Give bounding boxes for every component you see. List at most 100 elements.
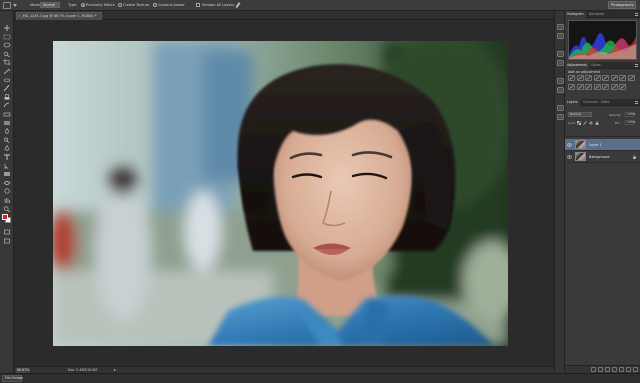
opacity-field[interactable]: 100% bbox=[625, 112, 636, 117]
delete-layer-icon[interactable] bbox=[633, 367, 638, 372]
history-icon[interactable] bbox=[557, 24, 564, 30]
photo-filter-icon[interactable] bbox=[568, 84, 575, 90]
selective-color-icon[interactable] bbox=[619, 84, 626, 90]
layer-name: Background bbox=[589, 155, 610, 159]
paragraph-icon[interactable] bbox=[557, 87, 564, 93]
document-image[interactable] bbox=[53, 41, 508, 346]
zoom-icon[interactable] bbox=[3, 205, 11, 212]
tab-channels[interactable]: Channels bbox=[581, 99, 600, 106]
tab-layers[interactable]: Layers bbox=[565, 99, 580, 106]
type-icon[interactable] bbox=[3, 154, 11, 160]
history-brush-icon[interactable] bbox=[3, 102, 11, 108]
move-icon[interactable] bbox=[3, 25, 11, 31]
blur-icon[interactable] bbox=[3, 128, 11, 135]
3d-rotate-icon[interactable] bbox=[3, 180, 11, 186]
opacity-label: Opacity: bbox=[609, 113, 622, 117]
hand-icon[interactable] bbox=[3, 197, 11, 203]
vibrance-icon[interactable] bbox=[602, 75, 609, 81]
chevron-down-icon[interactable] bbox=[13, 4, 17, 7]
layers-panel-footer bbox=[565, 365, 640, 373]
content-aware-radio[interactable] bbox=[153, 3, 157, 7]
eye-icon[interactable] bbox=[567, 143, 572, 147]
threshold-icon[interactable] bbox=[602, 84, 609, 90]
mini-bridge-tab[interactable]: Mini Bridge bbox=[2, 375, 23, 382]
gradient-icon[interactable] bbox=[3, 120, 11, 126]
eyedropper-icon[interactable] bbox=[3, 68, 11, 74]
lock-all-icon[interactable] bbox=[595, 121, 599, 125]
info-icon[interactable] bbox=[557, 105, 564, 111]
layer-controls: Normal Opacity: 100% Lock: Fill: 100% bbox=[565, 109, 640, 137]
pressure-brush-icon[interactable] bbox=[235, 2, 241, 8]
tab-adjustments[interactable]: Adjustments bbox=[565, 62, 589, 69]
shape-icon[interactable] bbox=[3, 171, 11, 177]
close-tab-icon[interactable]: × bbox=[18, 13, 21, 19]
sample-all-layers-checkbox[interactable] bbox=[196, 3, 200, 7]
screen-mode-icon[interactable] bbox=[3, 238, 11, 244]
panel-menu-icon[interactable] bbox=[635, 64, 638, 67]
3d-orbit-icon[interactable] bbox=[3, 188, 11, 194]
lock-icon bbox=[633, 155, 636, 159]
create-texture-radio[interactable] bbox=[118, 3, 122, 7]
lock-position-icon[interactable] bbox=[589, 121, 593, 125]
lock-transparency-icon[interactable] bbox=[577, 121, 581, 125]
new-layer-icon[interactable] bbox=[626, 367, 631, 372]
pen-icon[interactable] bbox=[3, 145, 11, 152]
marquee-icon[interactable] bbox=[3, 34, 11, 40]
layer-style-icon[interactable] bbox=[598, 367, 603, 372]
brush-presets-icon[interactable] bbox=[557, 51, 564, 57]
proximity-match-label: Proximity Match bbox=[86, 3, 115, 7]
posterize-icon[interactable] bbox=[593, 84, 601, 90]
black-white-icon[interactable] bbox=[627, 75, 635, 81]
brush-icon[interactable] bbox=[3, 85, 11, 92]
notes-icon[interactable] bbox=[557, 114, 564, 120]
hue-sat-icon[interactable] bbox=[610, 75, 618, 81]
workspace-select[interactable]: Photography bbox=[608, 1, 636, 9]
actions-icon[interactable] bbox=[557, 33, 564, 39]
character-icon[interactable] bbox=[557, 78, 564, 84]
quick-select-icon[interactable] bbox=[3, 51, 11, 57]
clone-stamp-icon[interactable] bbox=[3, 93, 11, 100]
link-layers-icon[interactable] bbox=[591, 367, 596, 372]
path-select-icon[interactable] bbox=[3, 163, 11, 169]
levels-icon[interactable] bbox=[576, 75, 584, 81]
crop-icon[interactable] bbox=[3, 59, 11, 66]
canvas-area[interactable] bbox=[14, 20, 554, 366]
lasso-icon[interactable] bbox=[3, 42, 11, 48]
invert-icon[interactable] bbox=[585, 84, 592, 90]
eraser-icon[interactable] bbox=[3, 111, 11, 117]
tab-paths[interactable]: Paths bbox=[599, 99, 612, 106]
content-aware-label: Content-Aware bbox=[158, 3, 185, 7]
color-balance-icon[interactable] bbox=[619, 75, 626, 81]
healing-brush-preset-icon[interactable] bbox=[3, 2, 11, 9]
panel-menu-icon[interactable] bbox=[635, 101, 638, 104]
create-texture-label: Create Texture bbox=[123, 3, 150, 7]
exposure-icon[interactable] bbox=[593, 75, 601, 81]
channel-mixer-icon[interactable] bbox=[576, 84, 584, 90]
gradient-map-icon[interactable] bbox=[610, 84, 618, 90]
fill-field[interactable]: 100% bbox=[625, 120, 636, 125]
tab-navigator[interactable]: Navigator bbox=[587, 11, 607, 18]
tab-histogram[interactable]: Histogram bbox=[565, 11, 586, 18]
panel-menu-icon[interactable] bbox=[635, 13, 638, 16]
mode-select[interactable]: Normal bbox=[40, 2, 60, 8]
eye-icon[interactable] bbox=[567, 155, 572, 159]
new-adjustment-icon[interactable] bbox=[612, 367, 617, 372]
proximity-match-radio[interactable] bbox=[81, 3, 85, 7]
blend-mode-select[interactable]: Normal bbox=[568, 112, 592, 117]
dodge-icon[interactable] bbox=[3, 137, 11, 143]
clone-source-icon[interactable] bbox=[557, 60, 564, 66]
layer-row-background[interactable]: Background bbox=[565, 151, 640, 163]
healing-brush-icon[interactable] bbox=[3, 77, 11, 83]
curves-icon[interactable] bbox=[585, 75, 592, 81]
layer-mask-icon[interactable] bbox=[605, 367, 610, 372]
brightness-icon[interactable] bbox=[568, 75, 575, 81]
tab-styles[interactable]: Styles bbox=[589, 62, 603, 69]
foreground-color-swatch[interactable] bbox=[2, 214, 8, 220]
status-menu-arrow-icon[interactable] bbox=[114, 369, 116, 371]
quick-mask-icon[interactable] bbox=[3, 229, 11, 235]
lock-pixels-icon[interactable] bbox=[583, 121, 587, 125]
new-group-icon[interactable] bbox=[619, 367, 624, 372]
layer-row-layer-1[interactable]: Layer 1 bbox=[565, 139, 640, 151]
document-tab[interactable]: × _MG_1235-3.jpg @ 66.7% (Layer 1, RGB/8… bbox=[16, 12, 102, 20]
right-panels: Histogram Navigator Adjustments Styles A… bbox=[565, 11, 640, 373]
